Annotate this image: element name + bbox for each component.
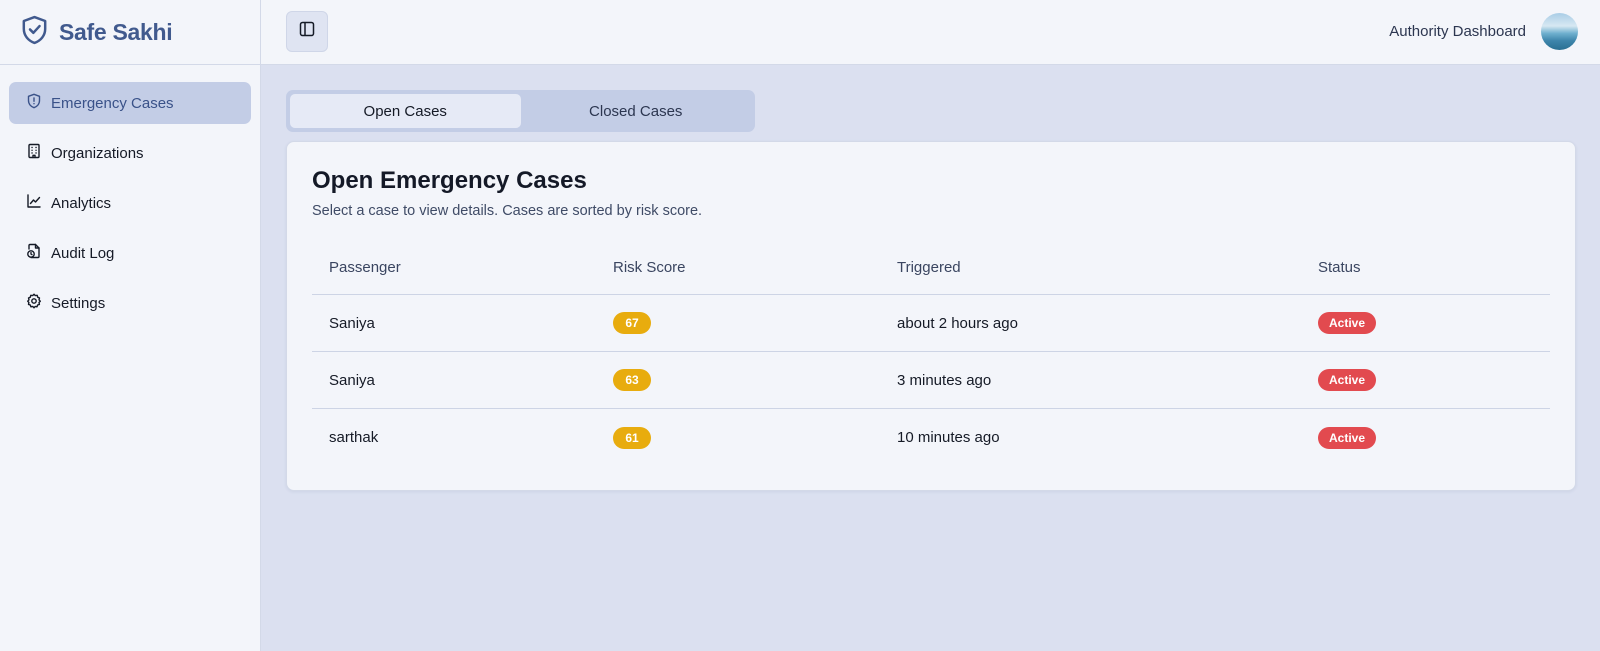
shield-alert-icon — [26, 93, 42, 113]
card-subtitle: Select a case to view details. Cases are… — [312, 203, 703, 219]
risk-score-badge: 61 — [613, 426, 651, 449]
tab-open-cases[interactable]: Open Cases — [290, 94, 521, 128]
gear-icon — [26, 293, 42, 313]
tab-closed-cases[interactable]: Closed Cases — [521, 94, 752, 128]
top-header: Authority Dashboard — [261, 0, 1600, 65]
table-row[interactable]: Saniya 63 3 minutes ago Active — [312, 352, 1550, 409]
brand-name: Safe Sakhi — [59, 18, 173, 45]
sidebar-item-settings[interactable]: Settings — [9, 282, 251, 324]
sidebar-item-label: Emergency Cases — [51, 94, 174, 112]
passenger-name: Saniya — [329, 314, 375, 332]
column-header-passenger: Passenger — [329, 259, 401, 276]
shield-check-icon — [21, 15, 48, 50]
passenger-name: sarthak — [329, 429, 379, 446]
brand[interactable]: Safe Sakhi — [0, 0, 260, 65]
line-chart-icon — [26, 193, 42, 213]
sidebar-nav: Emergency Cases Organizations Analytics — [0, 65, 260, 324]
card-title: Open Emergency Cases — [312, 167, 587, 194]
sidebar-item-organizations[interactable]: Organizations — [9, 132, 251, 174]
avatar[interactable] — [1541, 13, 1578, 50]
sidebar-item-emergency-cases[interactable]: Emergency Cases — [9, 82, 251, 124]
status-cell: Active — [1301, 369, 1550, 391]
risk-score-cell: 61 — [596, 426, 880, 449]
case-tabs: Open Cases Closed Cases — [286, 90, 755, 132]
sidebar-item-label: Organizations — [51, 144, 144, 162]
status-cell: Active — [1301, 312, 1550, 334]
sidebar-toggle-button[interactable] — [286, 11, 328, 52]
sidebar-item-label: Analytics — [51, 194, 112, 212]
status-cell: Active — [1301, 426, 1550, 449]
building-icon — [26, 143, 42, 163]
status-badge: Active — [1318, 426, 1377, 449]
triggered-time: about 2 hours ago — [897, 314, 1018, 332]
risk-score-cell: 67 — [596, 312, 880, 334]
sidebar-item-label: Settings — [51, 294, 106, 312]
risk-score-cell: 63 — [596, 369, 880, 391]
file-clock-icon — [26, 243, 42, 263]
table-row[interactable]: Saniya 67 about 2 hours ago Active — [312, 295, 1550, 352]
header-title: Authority Dashboard — [1389, 23, 1526, 40]
sidebar-item-label: Audit Log — [51, 244, 115, 262]
risk-score-badge: 63 — [613, 369, 651, 391]
triggered-time: 10 minutes ago — [897, 429, 1000, 446]
column-header-triggered: Triggered — [897, 259, 961, 276]
sidebar: Safe Sakhi Emergency Cases Organizations — [0, 0, 261, 651]
risk-score-badge: 67 — [613, 312, 651, 334]
column-header-risk-score: Risk Score — [613, 259, 686, 276]
open-cases-card: Open Emergency Cases Select a case to vi… — [286, 141, 1576, 491]
passenger-name: Saniya — [329, 371, 375, 389]
sidebar-item-audit-log[interactable]: Audit Log — [9, 232, 251, 274]
status-badge: Active — [1318, 369, 1377, 391]
sidebar-item-analytics[interactable]: Analytics — [9, 182, 251, 224]
column-header-status: Status — [1318, 259, 1361, 276]
sidebar-toggle-icon — [298, 20, 316, 43]
status-badge: Active — [1318, 312, 1377, 334]
triggered-time: 3 minutes ago — [897, 371, 992, 389]
table-header: Passenger Risk Score Triggered Status — [312, 241, 1550, 295]
table-row[interactable]: sarthak 61 10 minutes ago Active — [312, 409, 1550, 466]
cases-table: Passenger Risk Score Triggered Status Sa… — [312, 241, 1550, 466]
